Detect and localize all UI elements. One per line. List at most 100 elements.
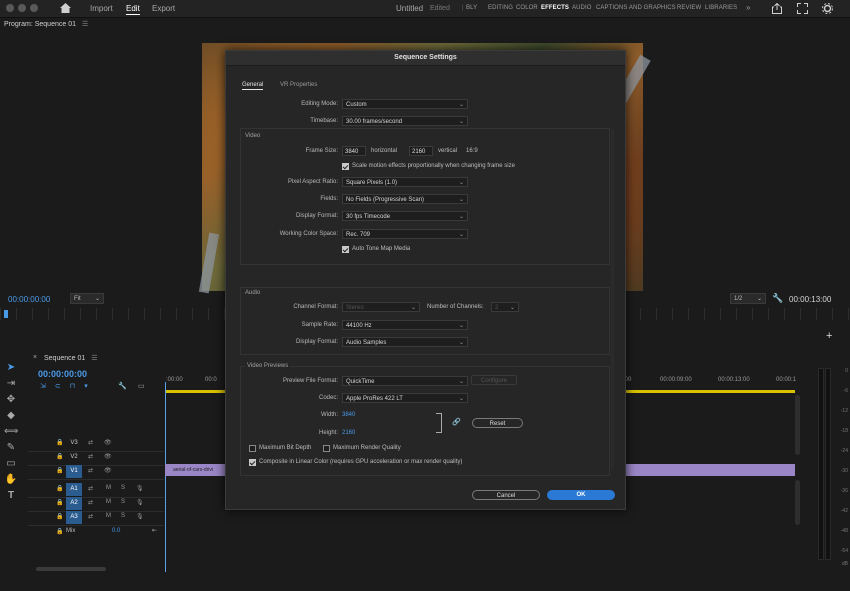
lock-icon[interactable]: 🔒	[56, 513, 63, 520]
timebase-select[interactable]: 30.00 frames/second ⌄	[342, 116, 468, 126]
mute-icon[interactable]: M	[106, 499, 111, 505]
track-label-v2[interactable]: V2	[66, 451, 82, 464]
scale-motion-checkbox[interactable]	[342, 163, 349, 170]
frame-height-input[interactable]: 2160	[409, 146, 433, 156]
height-value[interactable]: 2160	[342, 430, 355, 436]
tab-vr-properties[interactable]: VR Properties	[280, 82, 317, 88]
mix-value[interactable]: 0.0	[112, 528, 120, 534]
configure-button[interactable]: Configure	[471, 375, 517, 385]
track-label-v1[interactable]: V1	[66, 465, 82, 478]
menu-export[interactable]: Export	[152, 4, 175, 13]
selection-tool-icon[interactable]: ➤	[4, 362, 18, 374]
share-icon[interactable]	[772, 3, 782, 14]
video-track-scrollbar[interactable]	[795, 395, 800, 455]
frame-width-input[interactable]: 3840	[342, 146, 366, 156]
program-monitor-title[interactable]: Program: Sequence 01 ☰	[4, 20, 88, 28]
type-tool-icon[interactable]: T	[4, 490, 18, 502]
lock-icon[interactable]: 🔒	[56, 528, 63, 535]
timeline-playhead[interactable]	[165, 382, 166, 572]
timeline-toggle-icons[interactable]: ⇲⊂⊓▾	[40, 382, 97, 390]
fullscreen-icon[interactable]	[797, 3, 808, 14]
lock-icon[interactable]: 🔒	[56, 499, 63, 506]
microphone-icon[interactable]: 🎙	[136, 499, 144, 506]
wrench-icon[interactable]: 🔧	[772, 293, 783, 304]
add-button-icon[interactable]: +	[826, 330, 832, 342]
track-label-v3[interactable]: V3	[66, 437, 82, 450]
zoom-fit-dropdown[interactable]: Fit ⌄	[70, 293, 104, 304]
display-format-select[interactable]: 30 fps Timecode ⌄	[342, 211, 468, 221]
rectangle-tool-icon[interactable]: ▭	[4, 458, 18, 470]
more-workspaces-icon[interactable]: »	[746, 3, 751, 12]
mute-icon[interactable]: M	[106, 485, 111, 491]
link-icon[interactable]: 🔗	[452, 418, 461, 426]
workspace-libraries[interactable]: LIBRARIES	[705, 5, 737, 11]
program-playhead[interactable]	[4, 310, 8, 318]
codec-select[interactable]: Apple ProRes 422 LT ⌄	[342, 393, 468, 403]
slip-tool-icon[interactable]: ⟺	[4, 426, 18, 438]
sync-lock-icon[interactable]: ⇄	[88, 467, 93, 474]
sync-lock-icon[interactable]: ⇄	[88, 439, 93, 446]
ok-button[interactable]: OK	[547, 490, 615, 500]
fields-select[interactable]: No Fields (Progressive Scan) ⌄	[342, 194, 468, 204]
captions-icon[interactable]: ▭	[138, 382, 145, 390]
menu-import[interactable]: Import	[90, 4, 113, 13]
dialog-scrollbar[interactable]	[611, 129, 614, 469]
solo-icon[interactable]: S	[121, 499, 125, 505]
pixel-aspect-select[interactable]: Square Pixels (1.0) ⌄	[342, 177, 468, 187]
lock-icon[interactable]: 🔒	[56, 439, 63, 446]
reset-button[interactable]: Reset	[472, 418, 523, 428]
tab-general[interactable]: General	[242, 82, 264, 90]
resolution-dropdown[interactable]: 1/2 ⌄	[730, 293, 766, 304]
width-value[interactable]: 3840	[342, 412, 355, 418]
mute-icon[interactable]: M	[106, 513, 111, 519]
video-clip-continuation[interactable]	[623, 464, 795, 476]
solo-icon[interactable]: S	[121, 485, 125, 491]
sample-rate-select[interactable]: 44100 Hz ⌄	[342, 320, 468, 330]
audio-track-scrollbar[interactable]	[795, 480, 800, 525]
workspace-editing[interactable]: EDITING	[488, 5, 513, 11]
video-clip[interactable]: aerial-of-cars-drivi	[165, 464, 227, 476]
close-window-icon[interactable]	[6, 4, 14, 12]
workspace-captions[interactable]: CAPTIONS AND GRAPHICS	[596, 5, 676, 11]
microphone-icon[interactable]: 🎙	[136, 513, 144, 520]
lock-icon[interactable]: 🔒	[56, 485, 63, 492]
timeline-close-icon[interactable]: ×	[33, 354, 37, 361]
workspace-effects[interactable]: EFFECTS	[541, 5, 569, 11]
eye-icon[interactable]: 👁	[104, 467, 112, 474]
zoom-window-icon[interactable]	[30, 4, 38, 12]
eye-icon[interactable]: 👁	[104, 453, 112, 460]
settings-icon[interactable]	[822, 3, 833, 14]
lock-icon[interactable]: 🔒	[56, 453, 63, 460]
home-icon[interactable]	[60, 3, 71, 13]
sync-lock-icon[interactable]: ⇄	[88, 485, 93, 492]
max-render-quality-checkbox[interactable]	[323, 445, 330, 452]
sequence-tab[interactable]: Sequence 01 ☰	[44, 354, 98, 362]
timeline-timecode[interactable]: 00:00:00:00	[38, 369, 87, 379]
ripple-edit-tool-icon[interactable]: ✥	[4, 394, 18, 406]
color-space-select[interactable]: Rec. 709 ⌄	[342, 229, 468, 239]
hand-tool-icon[interactable]: ✋	[4, 474, 18, 486]
track-select-tool-icon[interactable]: ⇥	[4, 378, 18, 390]
channel-format-select[interactable]: Stereo ⌄	[342, 302, 420, 312]
timeline-wrench-icon[interactable]: 🔧	[118, 382, 127, 390]
cancel-button[interactable]: Cancel	[472, 490, 540, 500]
workspace-review[interactable]: REVIEW	[677, 5, 701, 11]
track-label-a1[interactable]: A1	[66, 483, 82, 496]
sync-lock-icon[interactable]: ⇄	[88, 499, 93, 506]
preview-format-select[interactable]: QuickTime ⌄	[342, 376, 468, 386]
workspace-audio[interactable]: AUDIO	[572, 5, 592, 11]
pen-tool-icon[interactable]: ✎	[4, 442, 18, 454]
track-label-a3[interactable]: A3	[66, 511, 82, 524]
solo-icon[interactable]: S	[121, 513, 125, 519]
auto-tone-checkbox[interactable]	[342, 246, 349, 253]
editing-mode-select[interactable]: Custom ⌄	[342, 99, 468, 109]
workspace-assembly[interactable]: BLY	[466, 5, 477, 11]
max-bit-depth-checkbox[interactable]	[249, 445, 256, 452]
audio-display-format-select[interactable]: Audio Samples ⌄	[342, 337, 468, 347]
num-channels-select[interactable]: 2 ⌄	[491, 302, 519, 312]
minimize-window-icon[interactable]	[18, 4, 26, 12]
lock-icon[interactable]: 🔒	[56, 467, 63, 474]
composite-linear-checkbox[interactable]	[249, 459, 256, 466]
program-timecode[interactable]: 00:00:00:00	[8, 295, 50, 304]
sync-lock-icon[interactable]: ⇄	[88, 453, 93, 460]
